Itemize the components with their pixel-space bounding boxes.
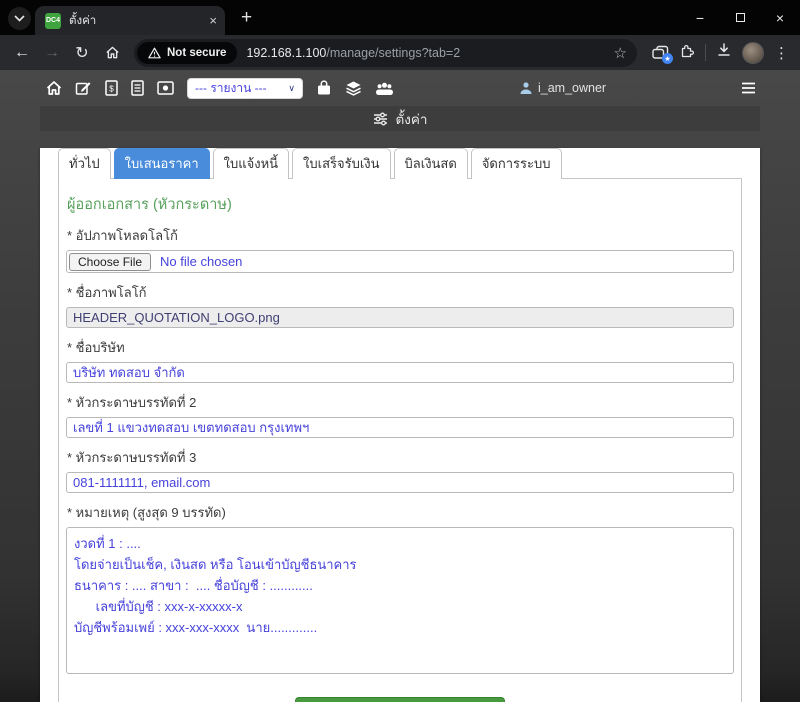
header-line3-field[interactable]	[66, 472, 734, 493]
tab-cash-bill[interactable]: บิลเงินสด	[394, 148, 468, 179]
receipt-icon	[131, 80, 144, 96]
security-label: Not secure	[167, 47, 226, 59]
tab-general[interactable]: ทั่วไป	[58, 148, 111, 179]
puzzle-icon	[679, 42, 695, 58]
browser-toolbar: ← → ↻ Not secure 192.168.1.100/manage/se…	[0, 35, 800, 70]
settings-tabs: ทั่วไป ใบเสนอราคา ใบแจ้งหนี้ ใบเสร็จรับเ…	[58, 148, 742, 178]
window-controls: − ×	[680, 0, 800, 35]
browser-window: DC4 ตั้งค่า × + − × ← → ↻ Not secure 192…	[0, 0, 800, 702]
products-button[interactable]	[316, 80, 332, 96]
home-icon	[46, 80, 62, 96]
edit-document-button[interactable]	[75, 80, 92, 96]
tab-search-button[interactable]	[8, 7, 31, 30]
url-path: /manage/settings?tab=2	[326, 46, 460, 60]
company-name-field[interactable]	[66, 362, 734, 383]
chevron-down-icon: ∨	[288, 83, 295, 94]
customers-button[interactable]	[375, 81, 394, 96]
stock-button[interactable]	[345, 80, 362, 96]
minimize-button[interactable]: −	[680, 0, 720, 35]
receipt-document-button[interactable]	[131, 80, 144, 96]
bag-icon	[316, 80, 332, 96]
choose-file-button[interactable]: Choose File	[69, 253, 151, 271]
tab-invoice[interactable]: ใบแจ้งหนี้	[213, 148, 289, 179]
warning-icon	[148, 47, 161, 59]
tab-system[interactable]: จัดการระบบ	[471, 148, 562, 179]
reports-dropdown[interactable]: --- รายงาน --- ∨	[187, 78, 303, 99]
page-title-bar: ตั้งค่า	[40, 106, 760, 131]
maximize-button[interactable]	[720, 0, 760, 35]
browser-menu-button[interactable]: ⋮	[774, 44, 789, 62]
username-label: i_am_owner	[538, 81, 606, 95]
forward-button: →	[39, 40, 65, 66]
note-field[interactable]: งวดที่ 1 : .... โดยจ่ายเป็นเช็ค, เงินสด …	[66, 527, 734, 674]
settings-card: ทั่วไป ใบเสนอราคา ใบแจ้งหนี้ ใบเสร็จรับเ…	[40, 148, 760, 702]
app-menu-button[interactable]	[741, 70, 756, 106]
reports-dropdown-value: --- รายงาน ---	[195, 79, 267, 98]
app-navbar: $ --- รายงาน --- ∨ i_am_	[0, 70, 800, 106]
favicon: DC4	[45, 13, 61, 29]
svg-text:$: $	[109, 85, 114, 94]
logo-file-input[interactable]: Choose File No file chosen	[66, 250, 734, 273]
browser-tab-strip: DC4 ตั้งค่า × + − ×	[0, 0, 800, 35]
tab-quotation[interactable]: ใบเสนอราคา	[114, 148, 210, 179]
reload-button[interactable]: ↻	[69, 40, 95, 66]
settings-sliders-icon	[373, 112, 388, 126]
maximize-icon	[736, 13, 745, 22]
downloads-button[interactable]	[716, 42, 732, 63]
logo-name-label: * ชื่อภาพโลโก้	[67, 282, 733, 303]
section-title: ผู้ออกเอกสาร (หัวกระดาษ)	[67, 193, 733, 216]
new-tab-button[interactable]: +	[241, 8, 252, 27]
chevron-down-icon	[14, 15, 25, 22]
back-button[interactable]: ←	[9, 40, 35, 66]
current-user[interactable]: i_am_owner	[519, 70, 606, 106]
user-icon	[519, 81, 533, 95]
hamburger-icon	[741, 82, 756, 94]
address-bar[interactable]: Not secure 192.168.1.100/manage/settings…	[134, 39, 637, 67]
url-text: 192.168.1.100/manage/settings?tab=2	[246, 46, 460, 60]
page-title: ตั้งค่า	[396, 108, 428, 130]
toolbar-separator	[705, 44, 706, 61]
tab-receipt[interactable]: ใบเสร็จรับเงิน	[292, 148, 391, 179]
save-to-collection-button[interactable]: ★	[652, 45, 669, 60]
photo-icon	[157, 81, 174, 95]
save-button[interactable]: บันทึกการตั้งค่าใบเสนอราคา	[295, 697, 505, 702]
users-icon	[375, 81, 394, 96]
browser-tab[interactable]: DC4 ตั้งค่า ×	[35, 6, 225, 35]
tab-panel: ผู้ออกเอกสาร (หัวกระดาษ) * อัปภาพโหลดโลโ…	[58, 178, 742, 702]
invoice-dollar-icon: $	[105, 80, 118, 96]
toolbar-right: ★ ⋮	[646, 42, 791, 64]
browser-home-button[interactable]	[99, 40, 125, 66]
home-icon	[105, 45, 120, 60]
tab-title: ตั้งค่า	[69, 12, 201, 30]
layers-icon	[345, 80, 362, 96]
billing-document-button[interactable]: $	[105, 80, 118, 96]
tab-close-icon[interactable]: ×	[209, 14, 217, 27]
app-home-button[interactable]	[46, 80, 62, 96]
security-chip[interactable]: Not secure	[137, 42, 237, 64]
download-icon	[716, 42, 732, 58]
header-line2-label: * หัวกระดาษบรรทัดที่ 2	[67, 392, 733, 413]
bookmark-star-icon[interactable]: ☆	[614, 44, 627, 62]
web-page: $ --- รายงาน --- ∨ i_am_	[0, 70, 800, 702]
header-line3-label: * หัวกระดาษบรรทัดที่ 3	[67, 447, 733, 468]
upload-logo-label: * อัปภาพโหลดโลโก้	[67, 225, 733, 246]
url-host: 192.168.1.100	[246, 46, 326, 60]
logo-name-field	[66, 307, 734, 328]
edit-icon	[75, 80, 92, 96]
close-button[interactable]: ×	[760, 0, 800, 35]
extensions-button[interactable]	[679, 42, 695, 63]
badge-star-icon: ★	[662, 53, 673, 64]
header-line2-field[interactable]	[66, 417, 734, 438]
photo-button[interactable]	[157, 81, 174, 95]
file-status: No file chosen	[160, 254, 242, 269]
company-name-label: * ชื่อบริษัท	[67, 337, 733, 358]
profile-avatar[interactable]	[742, 42, 764, 64]
note-label: * หมายเหตุ (สูงสุด 9 บรรทัด)	[67, 502, 733, 523]
